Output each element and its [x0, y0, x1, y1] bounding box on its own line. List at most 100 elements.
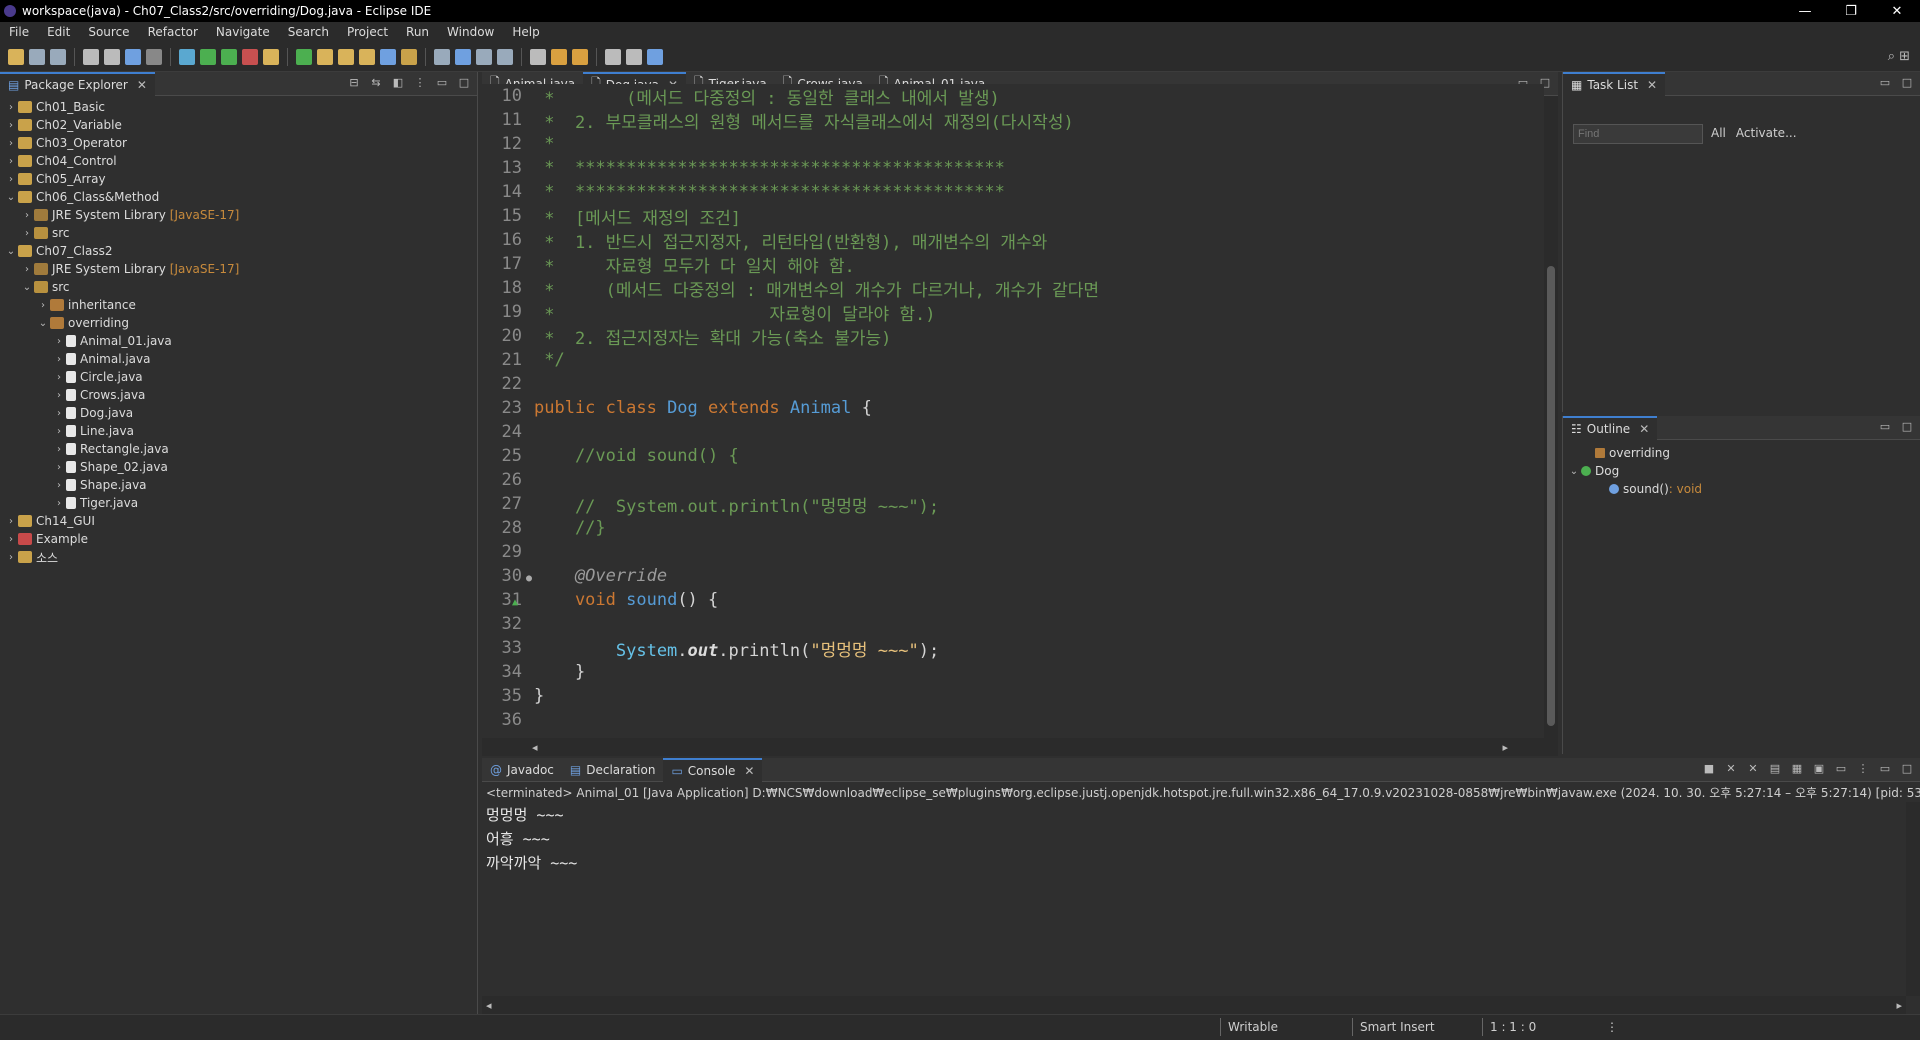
back-icon[interactable]	[605, 48, 621, 65]
pin-icon[interactable]	[647, 48, 663, 65]
view-menu-icon[interactable]: ⋮	[1856, 762, 1870, 776]
remove-all-icon[interactable]: ✕	[1746, 762, 1760, 776]
close-icon[interactable]: ✕	[1647, 78, 1657, 92]
editor-horizontal-scrollbar[interactable]: ◂ ▸	[482, 738, 1558, 756]
expand-arrow-icon[interactable]: ›	[52, 336, 66, 347]
tree-item[interactable]: › Rectangle.java	[4, 440, 477, 458]
block-icon[interactable]	[455, 48, 471, 65]
expand-arrow-icon[interactable]: ⌄	[4, 246, 18, 257]
menu-project[interactable]: Project	[338, 25, 397, 39]
collapse-all-icon[interactable]: ⊟	[347, 76, 361, 90]
menu-help[interactable]: Help	[503, 25, 548, 39]
tab-console[interactable]: ▭ Console ✕	[663, 757, 763, 782]
quick-access-search-icon[interactable]: ⌕ ⊞	[1888, 49, 1910, 64]
run-icon[interactable]	[200, 48, 216, 65]
new-icon[interactable]	[8, 48, 24, 65]
toggle-icon[interactable]	[434, 48, 450, 65]
scroll-lock-icon[interactable]: ▤	[1768, 762, 1782, 776]
expand-arrow-icon[interactable]: ›	[4, 552, 18, 563]
tree-item[interactable]: ⌄ Ch07_Class2	[4, 242, 477, 260]
filter-icon[interactable]: ◧	[391, 76, 405, 90]
console-vertical-scrollbar[interactable]	[1906, 802, 1920, 996]
tree-item[interactable]: › src	[4, 224, 477, 242]
minimize-view-icon[interactable]: ▭	[1878, 76, 1892, 90]
chevron-down-icon[interactable]: ⌄	[1567, 466, 1581, 477]
expand-arrow-icon[interactable]: ›	[4, 516, 18, 527]
annotation-icon[interactable]	[497, 48, 513, 65]
expand-arrow-icon[interactable]: ›	[52, 444, 66, 455]
tree-item[interactable]: › inheritance	[4, 296, 477, 314]
close-icon[interactable]: ✕	[1639, 422, 1649, 436]
expand-arrow-icon[interactable]: ›	[20, 264, 34, 275]
tree-item[interactable]: › Ch03_Operator	[4, 134, 477, 152]
status-menu-icon[interactable]: ⋮	[1606, 1020, 1618, 1034]
pin-console-icon[interactable]: ▦	[1790, 762, 1804, 776]
expand-arrow-icon[interactable]: ⌄	[4, 192, 18, 203]
tree-item[interactable]: › Circle.java	[4, 368, 477, 386]
expand-arrow-icon[interactable]: ›	[52, 480, 66, 491]
save-icon[interactable]	[29, 48, 45, 65]
minimize-view-icon[interactable]: ▭	[1878, 420, 1892, 434]
expand-arrow-icon[interactable]: ›	[4, 174, 18, 185]
debug-icon[interactable]	[179, 48, 195, 65]
terminal-icon[interactable]	[125, 48, 141, 65]
maximize-view-icon[interactable]: □	[457, 76, 471, 90]
forward-icon[interactable]	[626, 48, 642, 65]
expand-arrow-icon[interactable]: ›	[52, 462, 66, 473]
tab-task-list[interactable]: ▦ Task List ✕	[1563, 71, 1666, 96]
expand-arrow-icon[interactable]: ›	[52, 408, 66, 419]
maximize-view-icon[interactable]: □	[1900, 76, 1914, 90]
new-class-icon[interactable]	[296, 48, 312, 65]
expand-arrow-icon[interactable]: ⌄	[20, 282, 34, 293]
minimize-view-icon[interactable]: ▭	[1878, 762, 1892, 776]
tree-item[interactable]: › Ch04_Control	[4, 152, 477, 170]
close-icon[interactable]: ✕	[744, 764, 754, 778]
tree-item[interactable]: › Dog.java	[4, 404, 477, 422]
whitespace-icon[interactable]	[476, 48, 492, 65]
close-window-button[interactable]: ✕	[1874, 0, 1920, 22]
console-horizontal-scrollbar[interactable]: ◂ ▸	[482, 996, 1906, 1014]
expand-arrow-icon[interactable]: ⌄	[36, 318, 50, 329]
expand-arrow-icon[interactable]: ›	[52, 372, 66, 383]
tree-item[interactable]: › Example	[4, 530, 477, 548]
expand-arrow-icon[interactable]: ›	[4, 156, 18, 167]
mark-icon[interactable]	[380, 48, 396, 65]
tab-declaration[interactable]: ▤ Declaration	[562, 758, 664, 782]
tab-outline[interactable]: ☷ Outline ✕	[1563, 415, 1658, 440]
menu-run[interactable]: Run	[397, 25, 438, 39]
minimize-button[interactable]: —	[1782, 0, 1828, 22]
next-edit-icon[interactable]	[572, 48, 588, 65]
skip-icon[interactable]	[146, 48, 162, 65]
tree-item[interactable]: › Shape_02.java	[4, 458, 477, 476]
tree-item[interactable]: › Crows.java	[4, 386, 477, 404]
remove-launch-icon[interactable]: ✕	[1724, 762, 1738, 776]
open-console-icon[interactable]: ▣	[1812, 762, 1826, 776]
outline-item[interactable]: sound() : void	[1567, 480, 1920, 498]
tree-item[interactable]: › Ch02_Variable	[4, 116, 477, 134]
menu-edit[interactable]: Edit	[38, 25, 79, 39]
expand-arrow-icon[interactable]: ›	[4, 534, 18, 545]
tree-item[interactable]: › Line.java	[4, 422, 477, 440]
expand-arrow-icon[interactable]: ›	[52, 426, 66, 437]
menu-navigate[interactable]: Navigate	[207, 25, 279, 39]
menu-window[interactable]: Window	[438, 25, 503, 39]
expand-arrow-icon[interactable]: ›	[20, 210, 34, 221]
next-icon[interactable]	[530, 48, 546, 65]
tree-item[interactable]: › Animal.java	[4, 350, 477, 368]
terminate-icon[interactable]: ■	[1702, 762, 1716, 776]
tree-item[interactable]: › Ch01_Basic	[4, 98, 477, 116]
maximize-button[interactable]: ❐	[1828, 0, 1874, 22]
expand-arrow-icon[interactable]: ›	[4, 102, 18, 113]
close-icon[interactable]: ✕	[137, 78, 147, 92]
view-menu-icon[interactable]: ⋮	[413, 76, 427, 90]
expand-arrow-icon[interactable]: ›	[4, 120, 18, 131]
tree-item[interactable]: › JRE System Library [JavaSE-17]	[4, 206, 477, 224]
outline-item[interactable]: overriding	[1567, 444, 1920, 462]
task-icon[interactable]	[401, 48, 417, 65]
tree-item[interactable]: › JRE System Library [JavaSE-17]	[4, 260, 477, 278]
menu-refactor[interactable]: Refactor	[139, 25, 207, 39]
outline-item[interactable]: ⌄ Dog	[1567, 462, 1920, 480]
open-folder-icon[interactable]	[317, 48, 333, 65]
tree-item[interactable]: › 소스	[4, 548, 477, 566]
expand-arrow-icon[interactable]: ›	[20, 228, 34, 239]
